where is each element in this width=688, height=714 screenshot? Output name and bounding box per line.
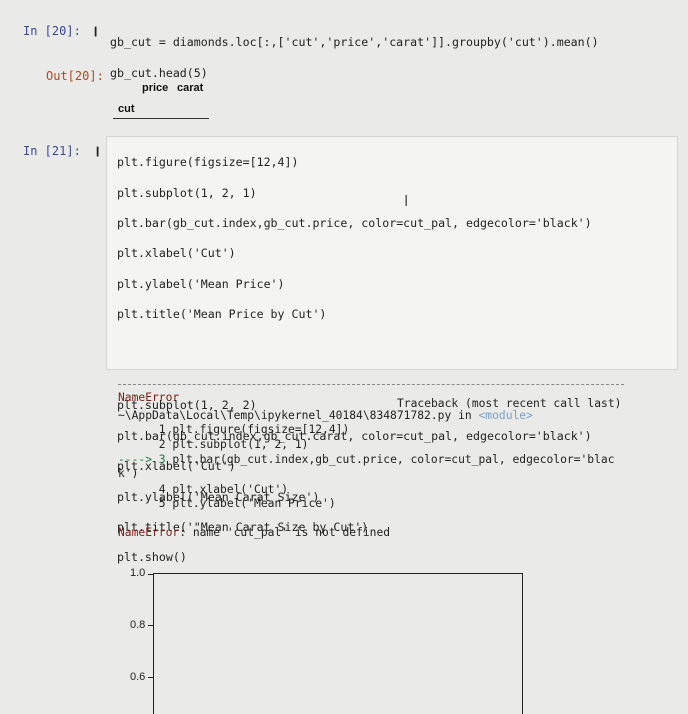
- cell-20-prompt: In [20]:: [23, 24, 81, 38]
- code-line: plt.bar(gb_cut.index,gb_cut.price, color…: [117, 216, 592, 231]
- cell-20-out-prompt: Out[20]:: [46, 69, 104, 83]
- dataframe-column-price: price: [142, 82, 169, 94]
- traceback-line: 2 plt.subplot(1, 2, 1): [118, 438, 309, 451]
- traceback-path: ~\AppData\Local\Temp\ipykernel_40184\834…: [118, 409, 533, 422]
- dataframe-header-rule: [113, 118, 209, 119]
- traceback-line: 5 plt.ylabel('Mean Price'): [118, 497, 336, 510]
- y-tick-mark: [148, 677, 153, 679]
- traceback-error-name: NameError: [118, 391, 180, 404]
- y-tick-label: 0.8: [130, 619, 146, 631]
- traceback-line: 1 plt.figure(figsize=[12,4]): [118, 423, 350, 436]
- code-line: gb_cut = diamonds.loc[:,['cut','price','…: [110, 35, 599, 50]
- dataframe-column-carat: carat: [177, 82, 204, 94]
- code-line: plt.title('Mean Price by Cut'): [117, 307, 327, 322]
- code-line: plt.subplot(1, 2, 1): [117, 185, 257, 200]
- dataframe-index-name: cut: [118, 103, 135, 115]
- code-line: gb_cut.head(5): [110, 65, 208, 80]
- cell-21-code[interactable]: plt.figure(figsize=[12,4]) plt.subplot(1…: [117, 140, 592, 581]
- run-cell-icon[interactable]: ❙: [94, 144, 101, 158]
- y-tick-mark: [148, 574, 153, 576]
- traceback-separator: [118, 384, 624, 385]
- traceback-error-line: ----> 3 plt.bar(gb_cut.index,gb_cut.pric…: [118, 453, 615, 466]
- code-line: plt.show(): [117, 550, 187, 565]
- plot-axes: [153, 573, 523, 714]
- error-message: NameError: name 'cut_pal' is not defined: [118, 526, 391, 539]
- y-tick-label: 1.0: [130, 567, 146, 579]
- text-cursor-icon: I: [404, 192, 409, 210]
- y-tick-mark: [148, 625, 153, 627]
- traceback-line-wrap: k'): [118, 467, 139, 480]
- traceback-line: 4 plt.xlabel('Cut'): [118, 483, 289, 496]
- code-line: plt.xlabel('Cut'): [117, 246, 236, 261]
- cell-21-prompt: In [21]:: [23, 144, 81, 158]
- code-line: plt.figure(figsize=[12,4]): [117, 155, 299, 170]
- y-tick-label: 0.6: [130, 671, 146, 683]
- run-cell-icon[interactable]: ❙: [92, 24, 99, 38]
- code-line: plt.ylabel('Mean Price'): [117, 276, 285, 291]
